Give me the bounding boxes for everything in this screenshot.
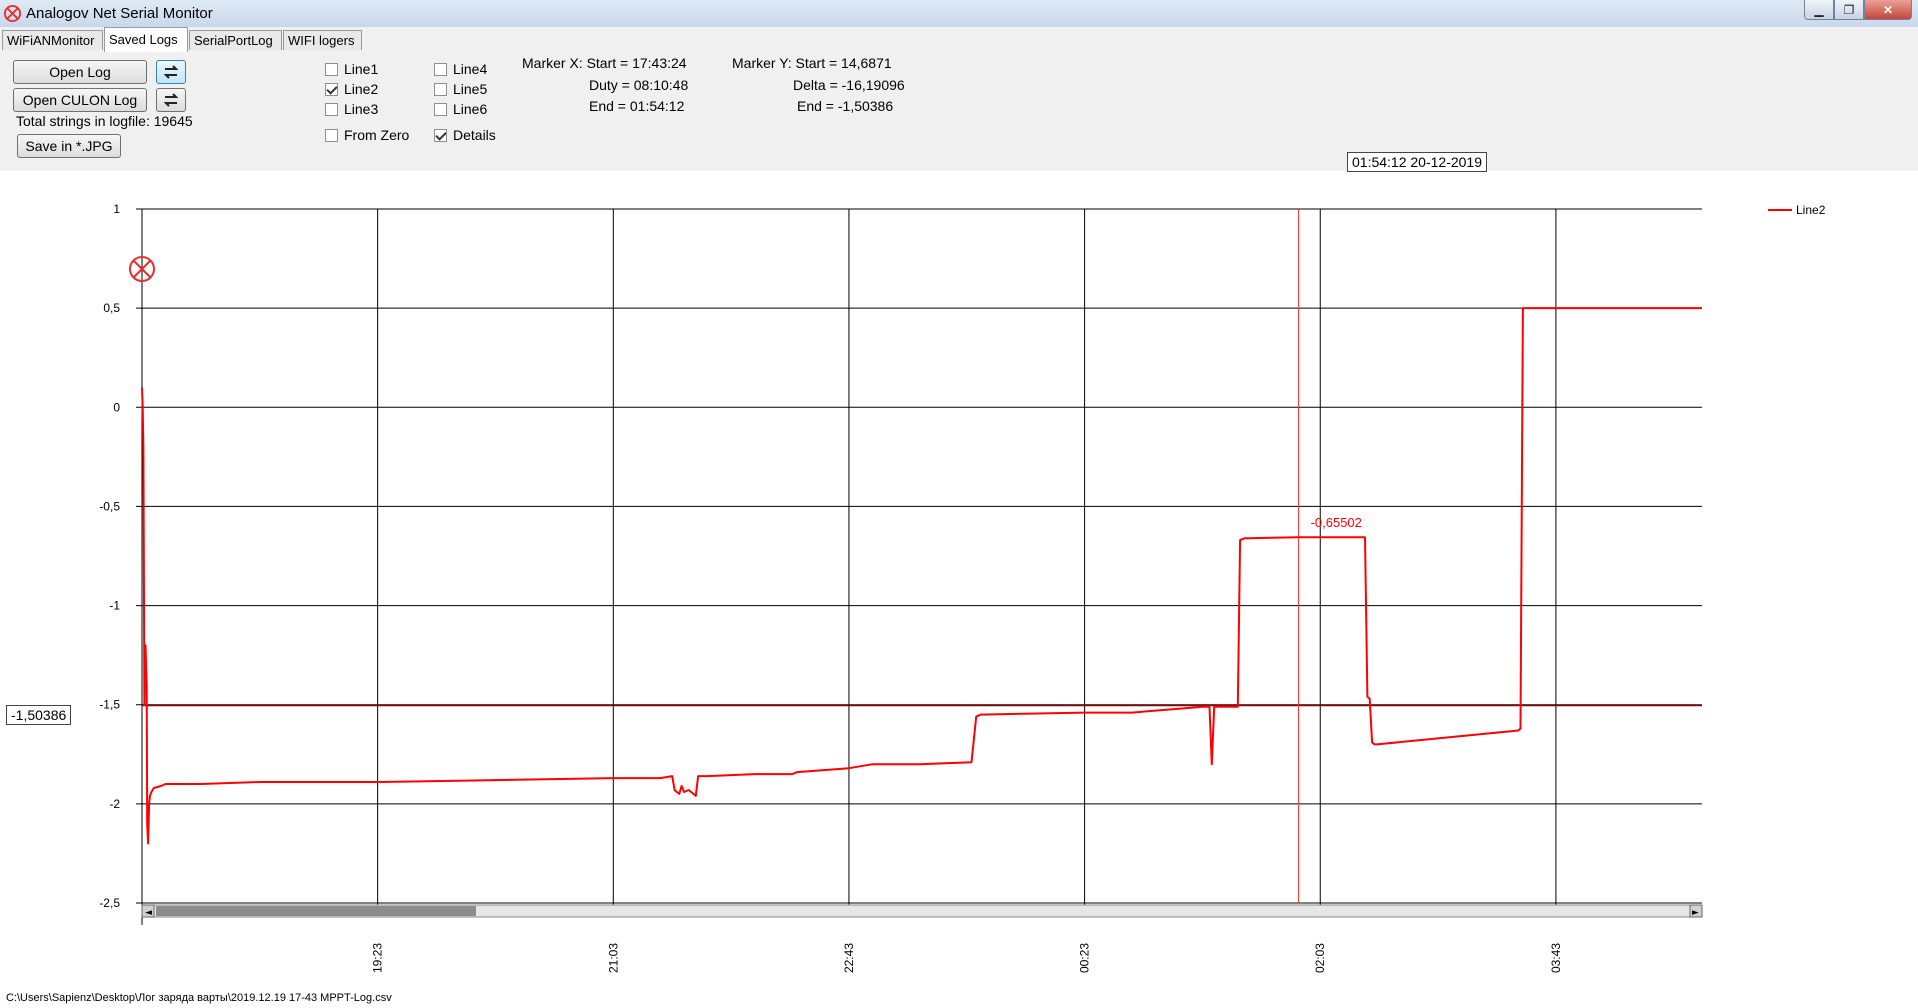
checkbox-box-checked[interactable] [434, 128, 447, 142]
legend-swatch-line2 [1768, 209, 1792, 211]
marker-x-duty: Duty = 08:10:48 [589, 77, 689, 93]
tab-serialportlog[interactable]: SerialPortLog [189, 30, 282, 50]
checkbox-from-zero[interactable]: From Zero [325, 127, 409, 143]
legend-label-line2: Line2 [1796, 203, 1826, 217]
open-culon-log-button[interactable]: Open CULON Log [13, 88, 147, 112]
minimize-icon: ▁ [1814, 2, 1824, 17]
checkbox-line3[interactable]: Line3 [325, 101, 378, 117]
marker-y-start: Marker Y: Start = 14,6871 [732, 55, 892, 71]
y-tick-label: 0 [113, 400, 120, 414]
x-tick-label: 00:23 [1078, 943, 1092, 973]
x-tick-label: 21:03 [606, 943, 620, 973]
x-tick-label: 03:43 [1549, 943, 1563, 973]
reload-log-button[interactable] [156, 60, 186, 84]
line-chart[interactable]: 1 0,5 0 -0,5 -1 -1,5 -2 -2,5 19:23 21:03 22:43 00:2… [0, 171, 1918, 1008]
scrollbar-thumb[interactable] [156, 906, 476, 916]
minimize-button[interactable]: ▁ [1804, 0, 1834, 20]
tab-saved-logs[interactable]: Saved Logs [104, 27, 188, 52]
checkbox-box[interactable] [434, 102, 447, 116]
y-tick-label: 1 [113, 202, 120, 216]
refresh-icon [163, 93, 179, 107]
scroll-right-icon: ► [1692, 908, 1699, 918]
status-file-path: C:\Users\Sapienz\Desktop\Лог заряда варт… [6, 992, 392, 1004]
marker-x-end: End = 01:54:12 [589, 98, 685, 114]
series-line-line2 [141, 307, 1702, 845]
checkbox-line2[interactable]: Line2 [325, 81, 378, 97]
chart-area[interactable]: 1 0,5 0 -0,5 -1 -1,5 -2 -2,5 19:23 21:03 22:43 00:2… [0, 171, 1918, 1008]
checkbox-box[interactable] [434, 82, 447, 96]
checkbox-line6[interactable]: Line6 [434, 101, 487, 117]
open-log-button[interactable]: Open Log [13, 60, 147, 84]
x-tick-label: 22:43 [842, 943, 856, 973]
refresh-icon [163, 65, 179, 79]
point-value-label: -0,65502 [1311, 515, 1362, 530]
y-tick-label: -2,5 [99, 896, 120, 910]
checkbox-box[interactable] [325, 102, 338, 116]
checkbox-box[interactable] [325, 62, 338, 76]
cursor-y-label: -1,50386 [6, 705, 72, 725]
y-tick-label: -0,5 [99, 499, 120, 513]
app-logo-icon [3, 4, 22, 23]
cursor-time-label: 01:54:12 20-12-2019 [1347, 152, 1487, 172]
x-tick-label: 19:23 [371, 943, 385, 973]
checkbox-line4[interactable]: Line4 [434, 61, 487, 77]
tab-wifianmonitor[interactable]: WiFiANMonitor [2, 30, 103, 50]
marker-x-start: Marker X: Start = 17:43:24 [522, 55, 687, 71]
tab-bar: WiFiANMonitor Saved Logs SerialPortLog W… [0, 27, 1918, 52]
total-strings-label: Total strings in logfile: 19645 [16, 113, 193, 129]
checkbox-box[interactable] [325, 128, 338, 142]
marker-y-end: End = -1,50386 [797, 98, 894, 114]
checkbox-details[interactable]: Details [434, 127, 496, 143]
save-jpg-button[interactable]: Save in *.JPG [17, 134, 121, 158]
scroll-left-icon: ◄ [145, 908, 152, 918]
marker-y-delta: Delta = -16,19096 [793, 77, 905, 93]
close-icon: ✕ [1882, 2, 1894, 17]
restore-icon: ❐ [1843, 2, 1855, 17]
window-title: Analogov Net Serial Monitor [26, 5, 213, 22]
title-bar: Analogov Net Serial Monitor ▁ ❐ ✕ [0, 0, 1918, 28]
reload-culon-log-button[interactable] [156, 88, 186, 112]
x-tick-label: 02:03 [1313, 943, 1327, 973]
checkbox-box[interactable] [434, 62, 447, 76]
checkbox-box-checked[interactable] [325, 82, 338, 96]
chart-legend: Line2 [1768, 203, 1825, 217]
controls-panel: Open Log Open CULON Log Total strings in… [0, 51, 1918, 171]
y-tick-label: -1 [109, 599, 120, 613]
y-tick-label: 0,5 [103, 301, 120, 315]
y-tick-label: -2 [109, 797, 120, 811]
checkbox-line1[interactable]: Line1 [325, 61, 378, 77]
checkbox-line5[interactable]: Line5 [434, 81, 487, 97]
close-button[interactable]: ✕ [1864, 0, 1912, 20]
tab-wifi-logers[interactable]: WIFI logers [283, 30, 362, 50]
maximize-button[interactable]: ❐ [1834, 0, 1864, 20]
y-tick-label: -1,5 [99, 698, 120, 712]
